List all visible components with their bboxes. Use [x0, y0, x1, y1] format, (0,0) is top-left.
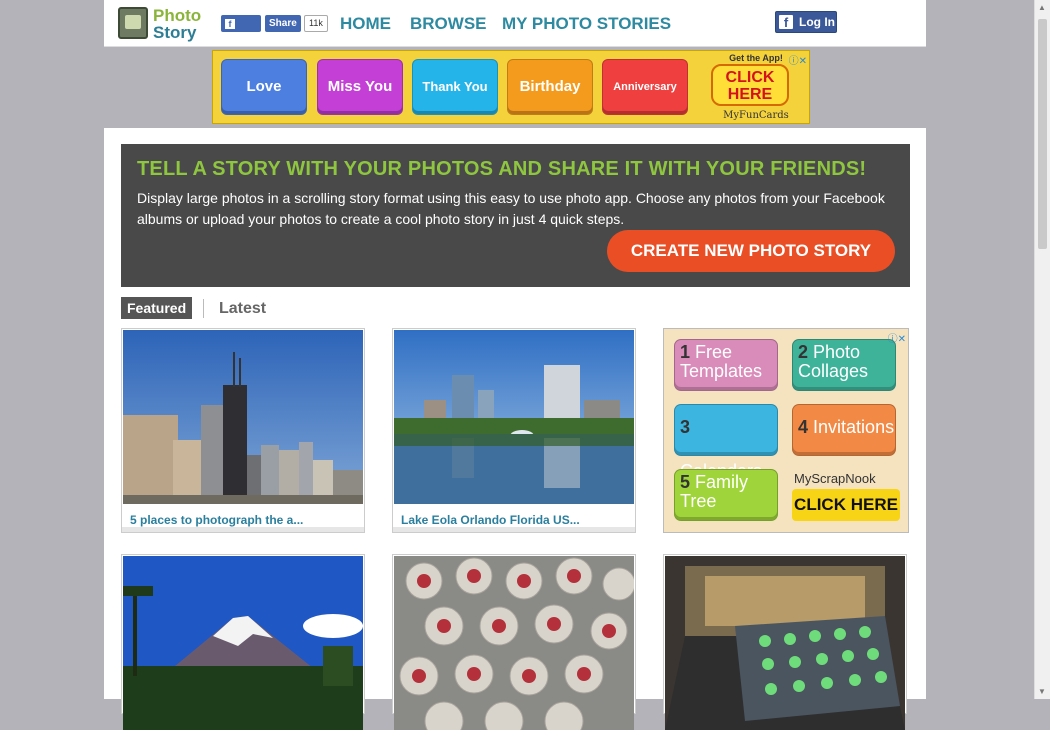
ad-brand: MyScrapNook — [794, 471, 876, 486]
story-thumbnail-chicago[interactable] — [123, 330, 363, 504]
ad-button-label: Birthday — [519, 78, 581, 95]
story-thumbnail-cupcakes[interactable] — [394, 556, 634, 730]
story-thumbnail-volcano[interactable] — [123, 556, 363, 730]
ad-click-here-button[interactable]: CLICK HERE — [792, 489, 900, 521]
ad-item-calendars[interactable]: 3 Calendars — [674, 404, 778, 481]
facebook-like-button[interactable]: f Like — [221, 15, 261, 46]
ad-item-number: 1 — [680, 342, 691, 362]
ad-item-number: 3 — [680, 417, 691, 437]
ad-button-birthday[interactable]: Birthday — [507, 59, 593, 115]
facebook-share-button[interactable]: Share — [265, 15, 301, 32]
hero-banner: TELL A STORY WITH YOUR PHOTOS AND SHARE … — [121, 144, 910, 287]
logo-text-photo: Photo — [153, 6, 202, 25]
side-ad[interactable]: 1 Free Templates 2 Photo Collages 3 Cale… — [663, 328, 909, 533]
facebook-login-button[interactable]: f Log In — [775, 11, 837, 33]
vertical-scrollbar[interactable]: ▲ ▼ — [1034, 0, 1050, 699]
ad-item-label: Free Templates — [680, 342, 763, 381]
facebook-icon: f — [779, 15, 793, 30]
scroll-up-icon[interactable]: ▲ — [1038, 3, 1046, 12]
ad-click-here-button[interactable]: CLICK HERE — [711, 64, 789, 106]
ad-item-label: Invitations — [813, 417, 895, 437]
scrollbar-thumb[interactable] — [1038, 19, 1047, 249]
story-card[interactable] — [663, 554, 907, 730]
ad-item-photo-collages[interactable]: 2 Photo Collages — [792, 339, 896, 391]
tab-featured[interactable]: Featured — [121, 297, 193, 319]
ad-close-icon[interactable]: ⓘ✕ — [888, 330, 906, 345]
logo-text-story: Story — [153, 23, 197, 42]
like-count: 11k — [304, 15, 328, 32]
ad-item-number: 2 — [798, 342, 809, 362]
top-ad-banner[interactable]: Love Miss You Thank You Birthday Anniver… — [212, 50, 810, 124]
ad-item-label: Family Tree — [680, 472, 749, 511]
ad-button-label: Love — [246, 78, 282, 95]
scroll-down-icon[interactable]: ▼ — [1038, 687, 1046, 696]
ad-item-label: Photo Collages — [798, 342, 869, 381]
site-logo[interactable]: Photo Story — [118, 5, 202, 43]
story-caption[interactable]: 5 places to photograph the a... — [130, 513, 303, 527]
nav-browse[interactable]: BROWSE — [410, 14, 487, 34]
card-footer — [393, 527, 635, 532]
ad-button-love[interactable]: Love — [221, 59, 307, 115]
like-label: Like — [225, 35, 246, 46]
ad-item-number: 4 — [798, 417, 809, 437]
story-caption[interactable]: Lake Eola Orlando Florida US... — [401, 513, 580, 527]
ad-close-icon[interactable]: ⓘ✕ — [789, 52, 807, 67]
create-photo-story-button[interactable]: CREATE NEW PHOTO STORY — [607, 230, 895, 272]
nav-my-photo-stories[interactable]: MY PHOTO STORIES — [502, 14, 671, 34]
ad-button-label: Anniversary — [613, 81, 677, 93]
ad-brand: MyFunCards — [723, 110, 789, 121]
ad-button-thank-you[interactable]: Thank You — [412, 59, 498, 115]
ad-button-miss-you[interactable]: Miss You — [317, 59, 403, 115]
nav-home[interactable]: HOME — [340, 14, 391, 34]
ad-button-label: Miss You — [327, 78, 393, 95]
ad-item-number: 5 — [680, 472, 691, 492]
card-footer — [122, 527, 364, 532]
tab-latest[interactable]: Latest — [219, 299, 266, 319]
camera-icon — [118, 7, 148, 39]
ad-button-label: Thank You — [422, 79, 488, 94]
story-thumbnail-lake-eola[interactable] — [394, 330, 634, 504]
ad-button-anniversary[interactable]: Anniversary — [602, 59, 688, 115]
login-label: Log In — [799, 15, 835, 29]
story-card[interactable] — [392, 554, 636, 730]
ad-item-family-tree[interactable]: 5 Family Tree — [674, 469, 778, 521]
main-content: TELL A STORY WITH YOUR PHOTOS AND SHARE … — [104, 128, 926, 730]
tab-divider — [203, 299, 204, 318]
story-card[interactable] — [121, 554, 365, 730]
story-card[interactable]: 5 places to photograph the a... — [121, 328, 365, 533]
ad-item-invitations[interactable]: 4 Invitations — [792, 404, 896, 456]
hero-title: TELL A STORY WITH YOUR PHOTOS AND SHARE … — [137, 158, 867, 180]
site-header: Photo Story fLike Share 11k HOME BROWSE … — [104, 0, 926, 47]
share-label: Share — [269, 18, 297, 29]
story-card[interactable]: Lake Eola Orlando Florida US... — [392, 328, 636, 533]
facebook-icon: f — [225, 19, 235, 29]
hero-description: Display large photos in a scrolling stor… — [137, 190, 885, 227]
story-thumbnail-oven-muffins[interactable] — [665, 556, 905, 730]
ad-item-free-templates[interactable]: 1 Free Templates — [674, 339, 778, 391]
